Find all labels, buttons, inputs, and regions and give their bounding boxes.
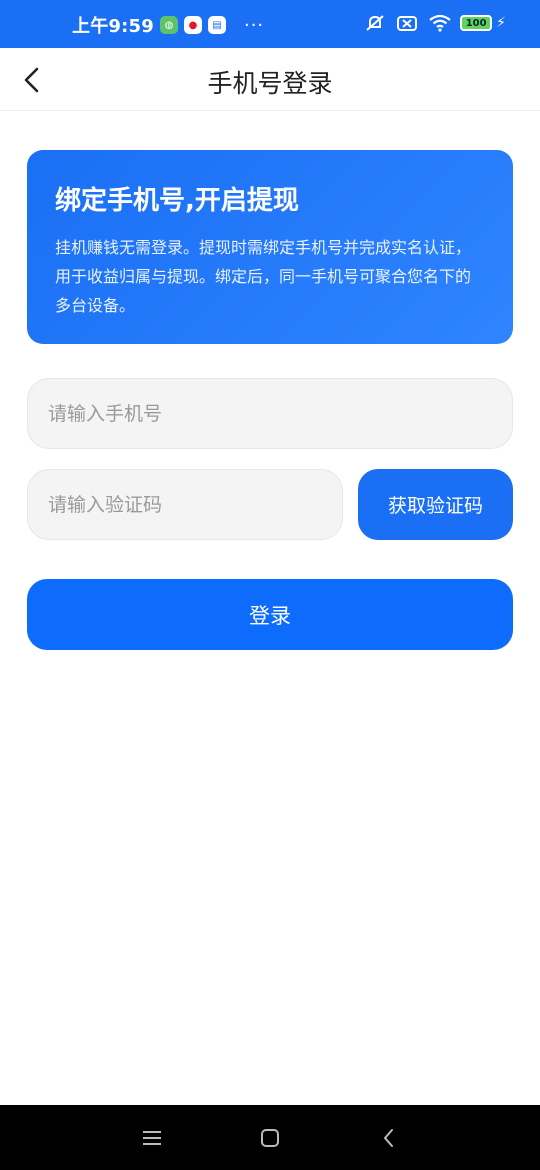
weibo-icon: ● xyxy=(183,16,202,34)
page-title: 手机号登录 xyxy=(207,69,333,98)
home-button[interactable] xyxy=(255,1123,285,1153)
wifi-icon xyxy=(428,14,451,32)
more-notifications-icon: ··· xyxy=(243,14,265,36)
home-square-icon xyxy=(261,1129,279,1147)
status-time: 上午9:59 xyxy=(72,16,154,37)
status-bar: 上午9:59 ◍ ● ▤ ··· 100 ⚡ xyxy=(0,0,540,48)
status-right: 100 ⚡ xyxy=(364,14,506,32)
menu-icon xyxy=(143,1131,161,1145)
verification-code-input[interactable] xyxy=(27,469,343,540)
battery-icon: 100 xyxy=(460,15,493,31)
phone-input[interactable] xyxy=(27,378,513,449)
title-bar: 手机号登录 xyxy=(0,48,540,111)
status-left: 上午9:59 ◍ ● ▤ ··· xyxy=(72,12,264,38)
login-button[interactable]: 登录 xyxy=(27,579,513,650)
menu-button[interactable] xyxy=(137,1123,167,1153)
back-triangle-icon xyxy=(384,1129,393,1147)
no-sim-icon xyxy=(396,14,418,32)
info-banner: 绑定手机号,开启提现 挂机赚钱无需登录。提现时需绑定手机号并完成实名认证，用于收… xyxy=(27,150,513,344)
mute-icon xyxy=(364,14,386,32)
charging-icon: ⚡ xyxy=(496,15,506,31)
mail-icon: ▤ xyxy=(207,16,226,34)
banner-title: 绑定手机号,开启提现 xyxy=(55,186,299,216)
system-nav-bar xyxy=(0,1105,540,1170)
get-code-button[interactable]: 获取验证码 xyxy=(358,469,513,540)
chat-app-icon: ◍ xyxy=(159,16,178,34)
nav-back-button[interactable] xyxy=(374,1123,404,1153)
banner-description: 挂机赚钱无需登录。提现时需绑定手机号并完成实名认证，用于收益归属与提现。绑定后，… xyxy=(55,238,472,315)
